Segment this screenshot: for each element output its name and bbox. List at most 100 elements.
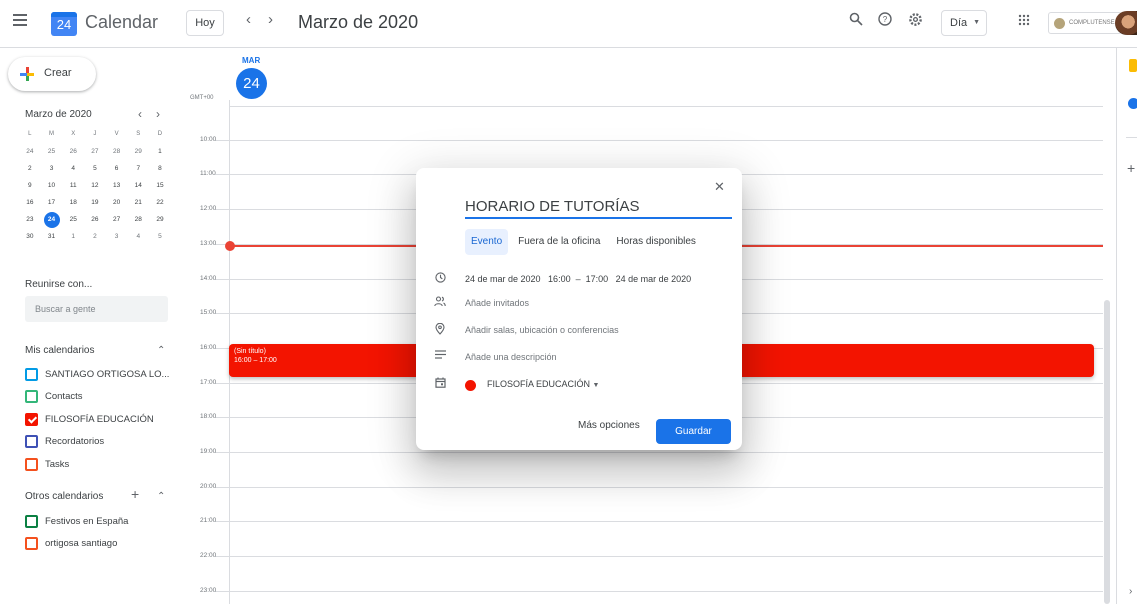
keep-icon[interactable] (1129, 59, 1137, 72)
description-field[interactable]: Añade una descripción (465, 352, 557, 362)
calendar-list-item[interactable]: Festivos en España (25, 513, 128, 529)
mini-calendar-day[interactable]: 14 (127, 177, 149, 194)
other-calendars-title[interactable]: Otros calendarios (25, 491, 103, 502)
mini-calendar-day[interactable]: 31 (41, 228, 63, 245)
chevron-right-icon[interactable]: › (1129, 586, 1132, 597)
mini-calendar-day[interactable]: 29 (149, 211, 171, 228)
app-title[interactable]: Calendar (85, 12, 158, 33)
chevron-up-icon[interactable]: ⌃ (157, 491, 165, 502)
event-datetime[interactable]: 24 de mar de 2020 16:00 – 17:00 24 de ma… (465, 274, 691, 284)
mini-calendar-day[interactable]: 5 (84, 160, 106, 177)
organization-badge[interactable]: COMPLUTENSE (1048, 12, 1122, 34)
calendar-select[interactable]: FILOSOFÍA EDUCACIÓN ▼ (487, 379, 599, 389)
mini-calendar-day[interactable]: 4 (62, 160, 84, 177)
calendar-checkbox[interactable] (25, 435, 38, 448)
mini-calendar-day[interactable]: 11 (62, 177, 84, 194)
location-field[interactable]: Añadir salas, ubicación o conferencias (465, 325, 619, 335)
calendar-checkbox[interactable] (25, 514, 38, 528)
mini-calendar-day[interactable]: 29 (127, 143, 149, 160)
calendar-checkbox[interactable] (25, 412, 38, 426)
mini-calendar-day[interactable]: 21 (127, 194, 149, 211)
calendar-list-item[interactable]: SANTIAGO ORTIGOSA LO... (25, 366, 169, 382)
avatar[interactable] (1115, 11, 1137, 35)
chevron-up-icon[interactable]: ⌃ (157, 345, 165, 356)
mini-calendar-day[interactable]: 24 (41, 211, 63, 228)
mini-calendar-day[interactable]: 26 (84, 211, 106, 228)
add-addon-icon[interactable]: + (1127, 160, 1135, 176)
calendar-logo-icon[interactable]: 24 (51, 12, 77, 36)
mini-calendar-day[interactable]: 3 (106, 228, 128, 245)
chevron-right-icon[interactable]: › (268, 11, 273, 28)
view-select[interactable]: Día ▼ (941, 10, 987, 36)
mini-calendar-day[interactable]: 20 (106, 194, 128, 211)
mini-calendar-day[interactable]: 6 (106, 160, 128, 177)
mini-calendar-day[interactable]: 4 (127, 228, 149, 245)
day-number[interactable]: 24 (236, 68, 267, 99)
tab-out-of-office[interactable]: Fuera de la oficina (512, 229, 606, 255)
mini-calendar-day[interactable]: 17 (41, 194, 63, 211)
calendar-checkbox[interactable] (25, 537, 38, 550)
menu-icon[interactable] (13, 14, 27, 26)
calendar-list-item[interactable]: Recordatorios (25, 434, 104, 450)
mini-calendar-day[interactable]: 9 (19, 177, 41, 194)
calendar-checkbox[interactable] (25, 367, 38, 381)
mini-calendar-day[interactable]: 1 (149, 143, 171, 160)
chevron-left-icon[interactable]: ‹ (246, 11, 251, 28)
tab-event[interactable]: Evento (465, 229, 509, 255)
calendar-checkbox[interactable] (25, 390, 38, 403)
mini-calendar-day[interactable]: 27 (106, 211, 128, 228)
mini-calendar-day[interactable]: 1 (62, 228, 84, 245)
scrollbar[interactable] (1104, 300, 1110, 604)
tab-appointment-slots[interactable]: Horas disponibles (610, 229, 702, 255)
more-options-button[interactable]: Más opciones (578, 420, 640, 431)
mini-calendar-day[interactable]: 27 (84, 143, 106, 160)
mini-calendar-day[interactable]: 2 (84, 228, 106, 245)
mini-calendar-day[interactable]: 5 (149, 228, 171, 245)
mini-calendar-day[interactable]: 25 (41, 143, 63, 160)
settings-icon[interactable] (905, 12, 925, 32)
chevron-left-icon[interactable]: ‹ (138, 107, 142, 121)
calendar-checkbox[interactable] (25, 457, 38, 471)
mini-calendar-day[interactable]: 15 (149, 177, 171, 194)
calendar-row[interactable]: FILOSOFÍA EDUCACIÓN ▼ (416, 376, 742, 394)
mini-calendar-day[interactable]: 28 (106, 143, 128, 160)
mini-calendar-day[interactable]: 23 (19, 211, 41, 228)
chevron-right-icon[interactable]: › (156, 107, 160, 121)
mini-calendar-day[interactable]: 24 (19, 143, 41, 160)
tasks-icon[interactable] (1128, 98, 1137, 109)
mini-calendar-day[interactable]: 12 (84, 177, 106, 194)
help-icon[interactable]: ? (875, 12, 895, 32)
mini-calendar-day[interactable]: 30 (19, 228, 41, 245)
guests-row[interactable]: Añade invitados (416, 295, 742, 313)
my-calendars-title[interactable]: Mis calendarios (25, 345, 94, 356)
mini-calendar-day[interactable]: 19 (84, 194, 106, 211)
mini-calendar-day[interactable]: 2 (19, 160, 41, 177)
event-title-input[interactable] (465, 196, 732, 219)
mini-calendar-day[interactable]: 10 (41, 177, 63, 194)
location-row[interactable]: Añadir salas, ubicación o conferencias (416, 322, 742, 340)
guests-field[interactable]: Añade invitados (465, 298, 529, 308)
mini-calendar-day[interactable]: 3 (41, 160, 63, 177)
calendar-list-item[interactable]: Contacts (25, 389, 83, 405)
description-row[interactable]: Añade una descripción (416, 349, 742, 367)
save-button[interactable]: Guardar (656, 419, 731, 444)
create-button[interactable]: Crear (8, 57, 96, 91)
mini-calendar-day[interactable]: 7 (127, 160, 149, 177)
apps-icon[interactable] (1014, 12, 1034, 32)
mini-calendar-day[interactable]: 16 (19, 194, 41, 211)
calendar-list-item[interactable]: Tasks (25, 456, 69, 472)
close-icon[interactable]: ✕ (714, 179, 725, 195)
search-icon[interactable] (846, 12, 866, 32)
mini-calendar-day[interactable]: 26 (62, 143, 84, 160)
mini-calendar-day[interactable]: 28 (127, 211, 149, 228)
mini-calendar-day[interactable]: 22 (149, 194, 171, 211)
add-icon[interactable]: + (131, 486, 139, 502)
today-button[interactable]: Hoy (186, 10, 224, 36)
mini-calendar-day[interactable]: 25 (62, 211, 84, 228)
datetime-row[interactable]: 24 de mar de 2020 16:00 – 17:00 24 de ma… (416, 271, 742, 289)
mini-calendar-day[interactable]: 8 (149, 160, 171, 177)
people-search-input[interactable]: Buscar a gente (25, 296, 168, 322)
calendar-list-item[interactable]: ortigosa santiago (25, 536, 117, 552)
calendar-list-item[interactable]: FILOSOFÍA EDUCACIÓN (25, 411, 154, 427)
mini-calendar-day[interactable]: 18 (62, 194, 84, 211)
